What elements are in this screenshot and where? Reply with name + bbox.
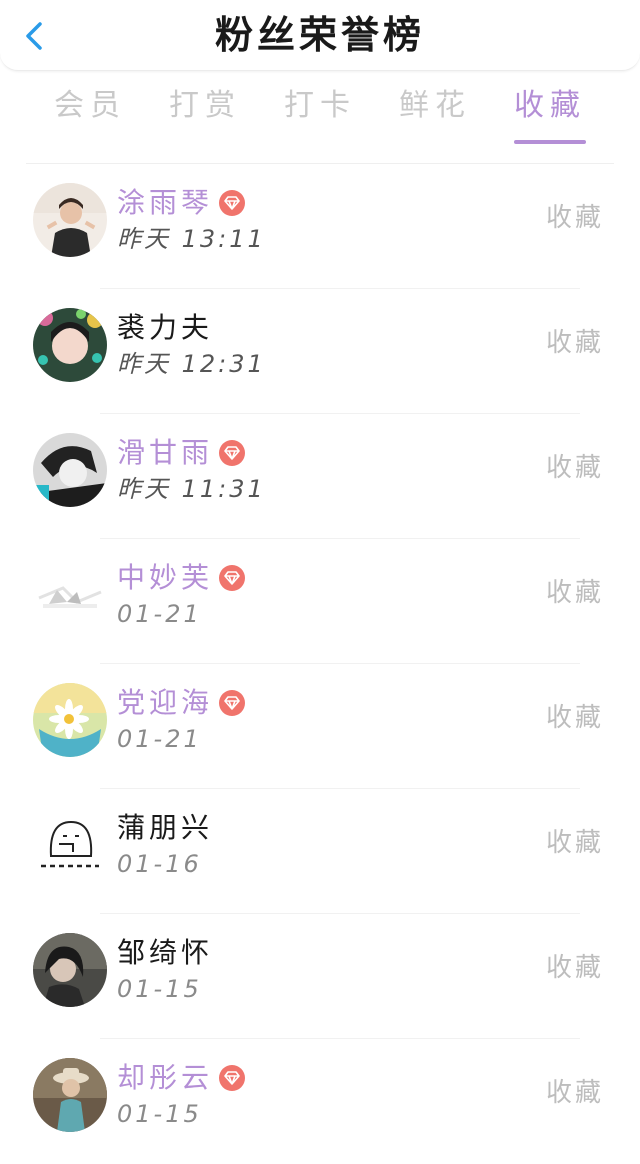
fan-time: 01-15	[117, 975, 202, 1003]
favorite-action-label: 收藏	[545, 828, 604, 858]
fan-name-line: 裘力夫	[117, 309, 213, 347]
favorite-action-label: 收藏	[545, 953, 604, 983]
favorite-action-label: 收藏	[545, 453, 604, 483]
fan-time: 01-16	[117, 850, 202, 878]
fan-time: 01-15	[117, 1100, 202, 1128]
page-title: 粉丝荣誉榜	[214, 13, 425, 57]
favorite-action-label: 收藏	[545, 328, 604, 358]
avatar[interactable]	[33, 558, 107, 632]
fan-time: 昨天 11:31	[117, 475, 266, 503]
tab-flowers[interactable]: 鲜花	[385, 82, 485, 130]
fan-time: 昨天 12:31	[117, 350, 266, 378]
top-bar: 粉丝荣誉榜	[0, 0, 640, 71]
diamond-icon	[219, 690, 246, 716]
tab-favorites[interactable]: 收藏	[500, 82, 600, 130]
favorite-action-label: 收藏	[545, 703, 604, 733]
fan-row[interactable]: 裘力夫 昨天 12:31 收藏	[0, 289, 640, 414]
favorite-action-label: 收藏	[545, 1078, 604, 1108]
fan-name: 邹绮怀	[117, 936, 214, 969]
favorite-action-label: 收藏	[545, 578, 604, 608]
fan-time: 昨天 13:11	[117, 225, 266, 253]
fan-row[interactable]: 党迎海 01-21 收藏	[0, 664, 640, 789]
fan-name-line: 滑甘雨	[117, 434, 246, 472]
fan-row[interactable]: 蒲朋兴 01-16 收藏	[0, 789, 640, 914]
fan-name-line: 涂雨琴	[117, 184, 246, 222]
avatar[interactable]	[33, 1058, 107, 1132]
diamond-icon	[219, 565, 246, 591]
tab-bar: 会员 打赏 打卡 鲜花 收藏	[0, 82, 640, 146]
fan-name: 中妙芙	[117, 561, 214, 594]
fan-name-line: 党迎海	[117, 684, 246, 722]
fan-name: 裘力夫	[117, 311, 214, 344]
tab-reward[interactable]: 打赏	[155, 82, 255, 130]
fan-name-line: 蒲朋兴	[117, 809, 213, 847]
fan-row[interactable]: 邹绮怀 01-15 收藏	[0, 914, 640, 1039]
fan-name-line: 却彤云	[117, 1059, 246, 1097]
fan-row[interactable]: 却彤云 01-15 收藏	[0, 1039, 640, 1164]
diamond-icon	[219, 1065, 246, 1091]
fan-name: 却彤云	[117, 1061, 214, 1094]
fan-name: 涂雨琴	[117, 186, 214, 219]
fan-list: 涂雨琴 昨天 13:11 收藏 裘力夫 昨天 12:31 收藏 滑甘雨 昨天 1…	[0, 164, 640, 1164]
tab-checkin[interactable]: 打卡	[270, 82, 370, 130]
tab-membership[interactable]: 会员	[40, 82, 140, 130]
diamond-icon	[219, 440, 246, 466]
fan-time: 01-21	[117, 725, 202, 753]
active-tab-indicator	[514, 140, 586, 144]
avatar[interactable]	[33, 808, 107, 882]
fan-name: 滑甘雨	[117, 436, 214, 469]
fan-row[interactable]: 滑甘雨 昨天 11:31 收藏	[0, 414, 640, 539]
fan-name-line: 中妙芙	[117, 559, 246, 597]
avatar[interactable]	[33, 308, 107, 382]
avatar[interactable]	[33, 433, 107, 507]
avatar[interactable]	[33, 933, 107, 1007]
diamond-icon	[219, 190, 246, 216]
fan-time: 01-21	[117, 600, 202, 628]
fan-row[interactable]: 涂雨琴 昨天 13:11 收藏	[0, 164, 640, 289]
avatar[interactable]	[33, 183, 107, 257]
fan-name-line: 邹绮怀	[117, 934, 213, 972]
fan-row[interactable]: 中妙芙 01-21 收藏	[0, 539, 640, 664]
favorite-action-label: 收藏	[545, 203, 604, 233]
avatar[interactable]	[33, 683, 107, 757]
fan-name: 党迎海	[117, 686, 214, 719]
fan-name: 蒲朋兴	[117, 811, 214, 844]
